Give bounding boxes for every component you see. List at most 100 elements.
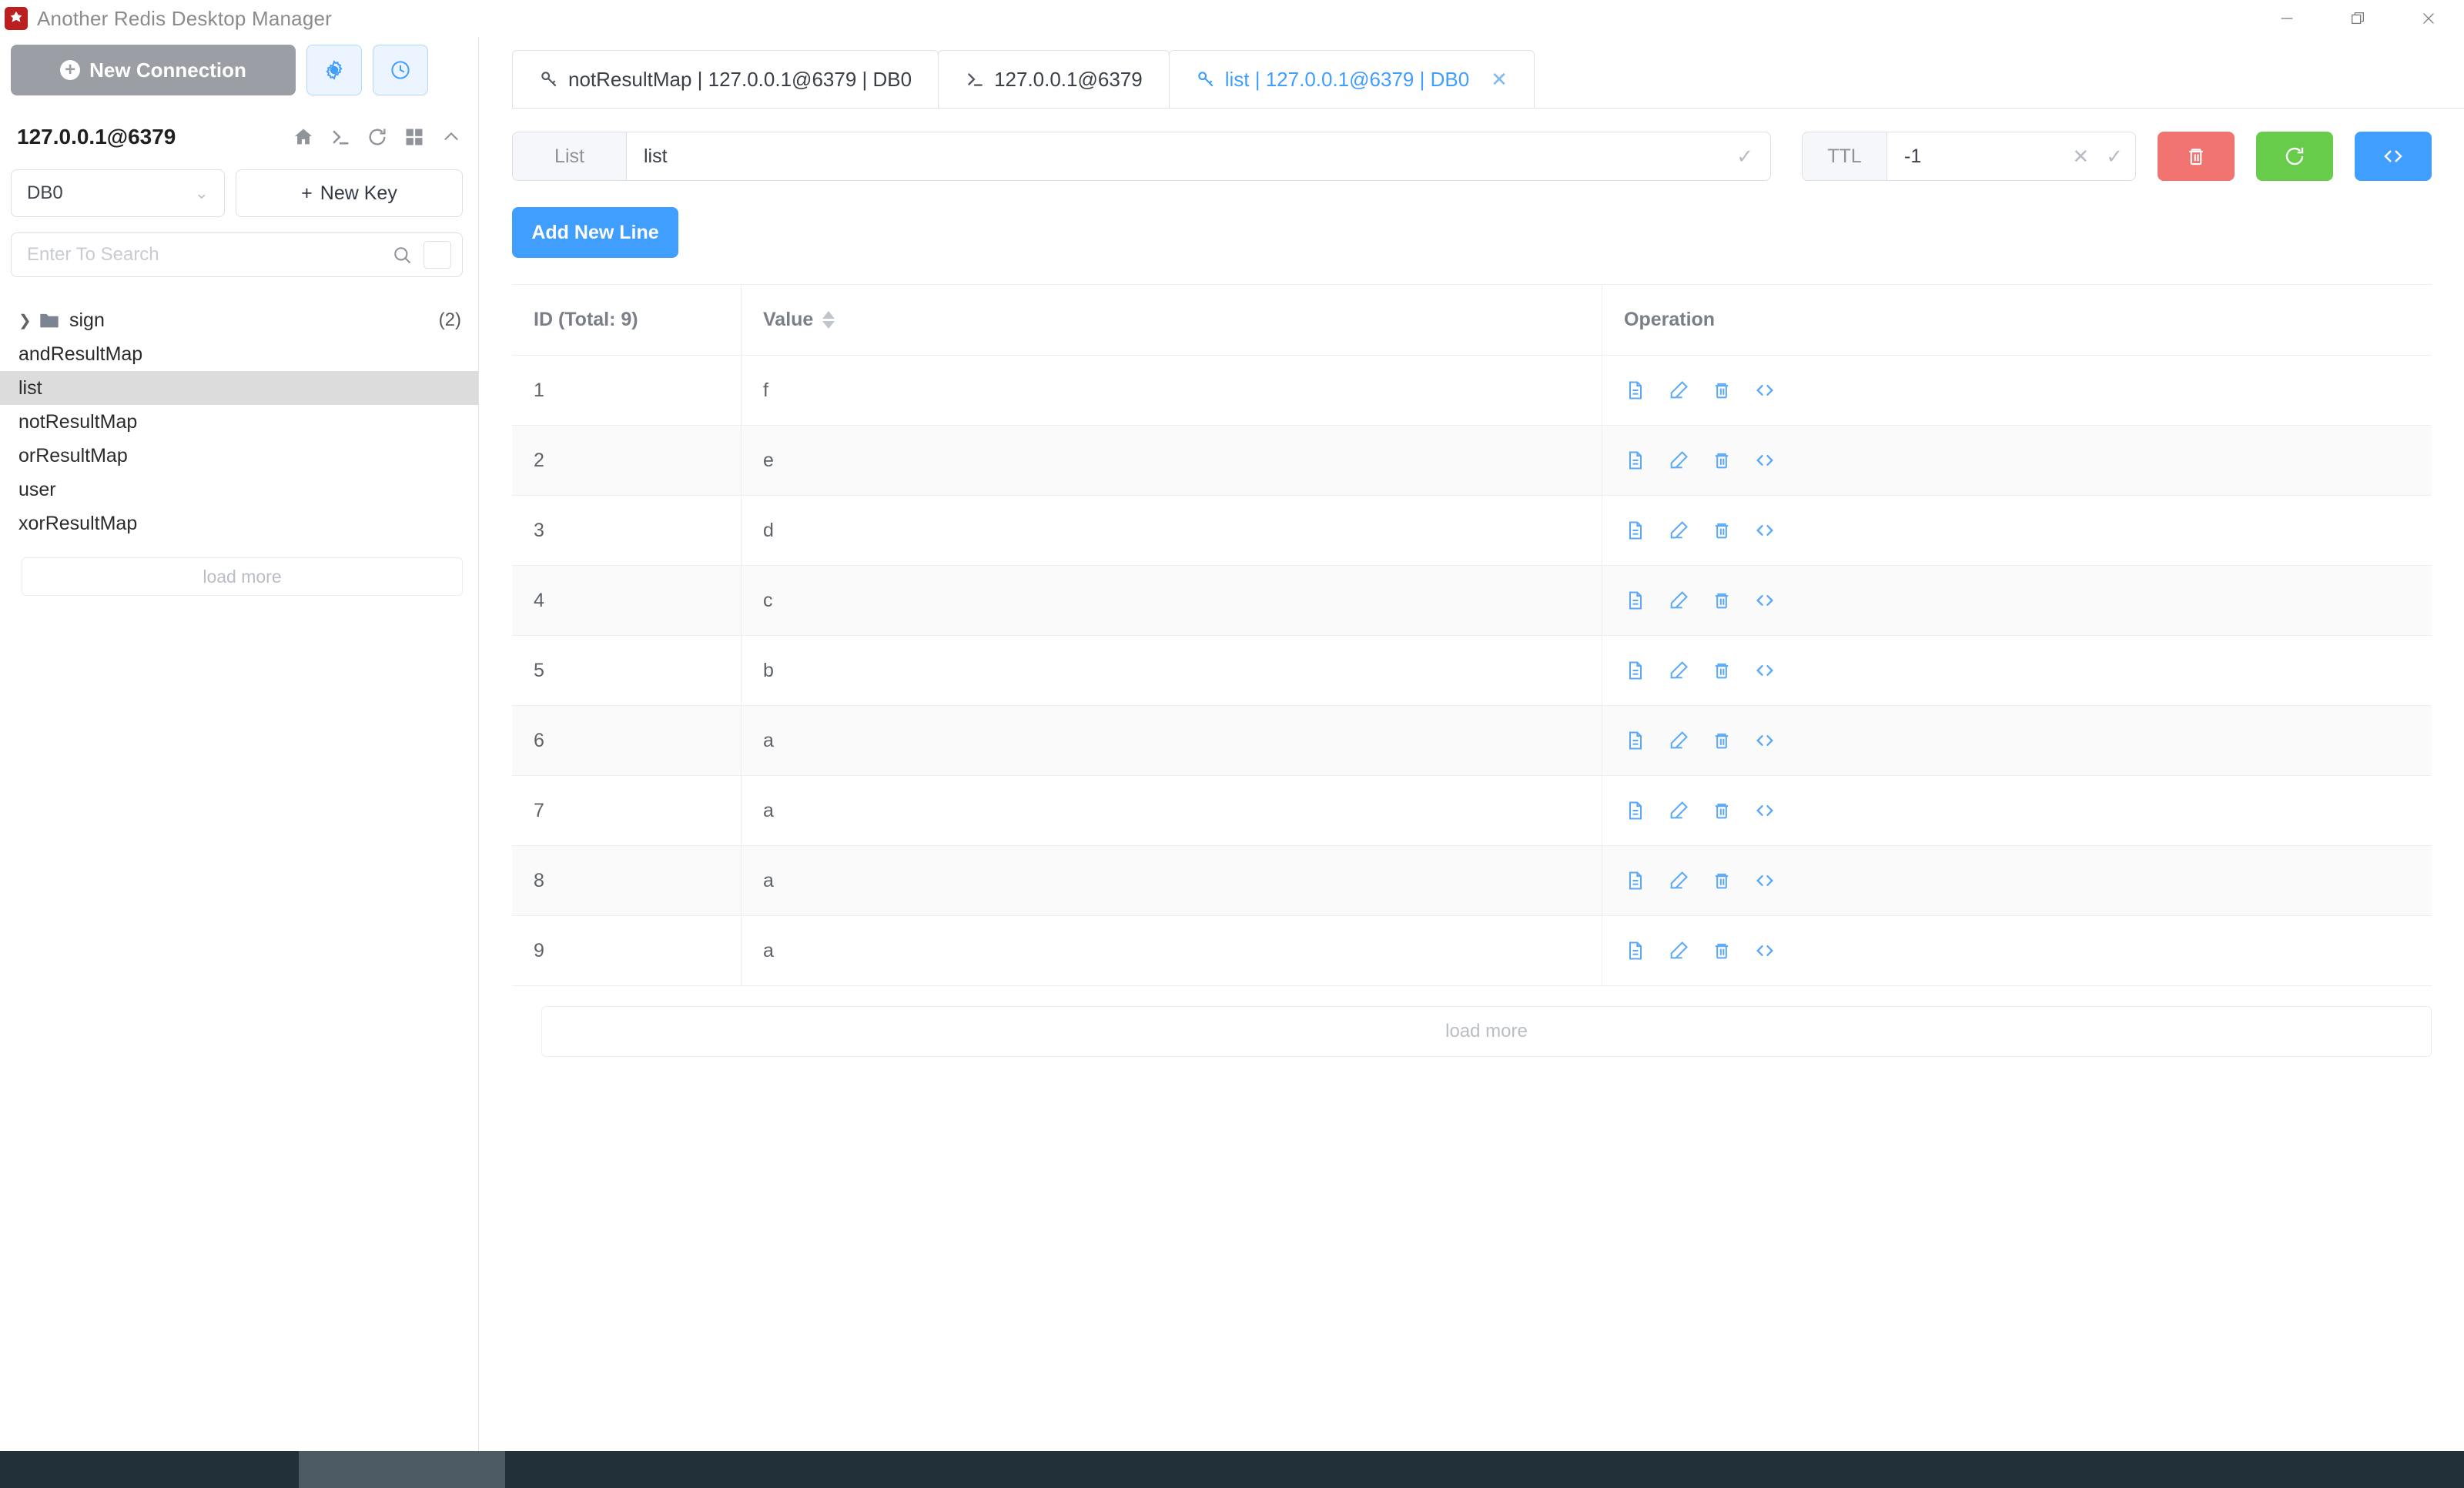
search-input[interactable] <box>27 244 391 266</box>
delete-icon[interactable] <box>1710 939 1733 962</box>
edit-icon[interactable] <box>1667 869 1690 892</box>
code-icon[interactable] <box>1753 659 1776 682</box>
maximize-icon[interactable] <box>2322 0 2393 37</box>
edit-icon[interactable] <box>1667 519 1690 542</box>
close-icon[interactable] <box>2393 0 2464 37</box>
connection-name: 127.0.0.1@6379 <box>17 125 176 149</box>
chevron-right-icon[interactable]: ❯ <box>18 311 38 330</box>
cell-value: a <box>742 916 1602 985</box>
taskbar-active-window[interactable] <box>299 1451 505 1488</box>
add-new-line-button[interactable]: Add New Line <box>512 207 678 258</box>
console-key-button[interactable] <box>2355 132 2432 181</box>
ttl-input[interactable]: -1 ✕ ✓ <box>1887 132 2135 180</box>
detail-icon[interactable] <box>1624 939 1647 962</box>
table-row[interactable]: 2e <box>512 426 2432 496</box>
sidebar-load-more-button[interactable]: load more <box>22 557 463 596</box>
table-row[interactable]: 9a <box>512 916 2432 986</box>
table-row[interactable]: 6a <box>512 706 2432 776</box>
code-icon[interactable] <box>1753 379 1776 402</box>
cell-id: 4 <box>512 566 742 635</box>
table-row[interactable]: 8a <box>512 846 2432 916</box>
delete-icon[interactable] <box>1710 379 1733 402</box>
history-button[interactable] <box>373 45 428 95</box>
code-icon[interactable] <box>1753 939 1776 962</box>
code-icon[interactable] <box>1753 589 1776 612</box>
table-row[interactable]: 3d <box>512 496 2432 566</box>
detail-icon[interactable] <box>1624 869 1647 892</box>
delete-icon[interactable] <box>1710 519 1733 542</box>
table-row[interactable]: 5b <box>512 636 2432 706</box>
new-connection-button[interactable]: + New Connection <box>11 45 296 95</box>
code-icon[interactable] <box>1753 869 1776 892</box>
edit-icon[interactable] <box>1667 449 1690 472</box>
tab-2[interactable]: list | 127.0.0.1@6379 | DB0 ✕ <box>1168 50 1535 108</box>
edit-icon[interactable] <box>1667 729 1690 752</box>
key-row[interactable]: list <box>0 371 478 405</box>
edit-icon[interactable] <box>1667 799 1690 822</box>
tab-0[interactable]: notResultMap | 127.0.0.1@6379 | DB0 <box>512 50 939 108</box>
delete-icon[interactable] <box>1710 659 1733 682</box>
detail-icon[interactable] <box>1624 379 1647 402</box>
edit-icon[interactable] <box>1667 589 1690 612</box>
code-icon[interactable] <box>1753 519 1776 542</box>
key-type-label: List <box>513 132 627 180</box>
grid-icon[interactable] <box>403 125 426 149</box>
key-row[interactable]: user <box>0 473 478 507</box>
key-count: (2) <box>438 309 461 330</box>
delete-icon[interactable] <box>1710 589 1733 612</box>
chevron-up-icon[interactable] <box>440 125 463 149</box>
key-row[interactable]: andResultMap <box>0 337 478 371</box>
key-toolbar: List list ✓ TTL -1 ✕ ✓ <box>512 132 2432 181</box>
column-header-id: ID (Total: 9) <box>512 285 742 355</box>
detail-icon[interactable] <box>1624 729 1647 752</box>
edit-icon[interactable] <box>1667 379 1690 402</box>
new-key-button[interactable]: + New Key <box>236 169 463 217</box>
terminal-icon[interactable] <box>329 125 352 149</box>
delete-key-button[interactable] <box>2158 132 2235 181</box>
db-select[interactable]: DB0 ⌄ <box>11 169 225 217</box>
key-row[interactable]: notResultMap <box>0 405 478 439</box>
home-icon[interactable] <box>292 125 315 149</box>
detail-icon[interactable] <box>1624 659 1647 682</box>
detail-icon[interactable] <box>1624 589 1647 612</box>
edit-icon[interactable] <box>1667 939 1690 962</box>
tab-1[interactable]: 127.0.0.1@6379 <box>938 50 1170 108</box>
search-box[interactable] <box>11 232 463 277</box>
key-name-input[interactable]: list ✓ <box>627 132 1770 180</box>
clear-icon[interactable]: ✕ <box>2072 145 2089 169</box>
window-controls <box>2251 0 2464 37</box>
close-icon[interactable]: ✕ <box>1491 69 1508 89</box>
code-icon[interactable] <box>1753 799 1776 822</box>
table-load-more-button[interactable]: load more <box>541 1006 2432 1057</box>
search-icon[interactable] <box>391 244 413 266</box>
delete-icon[interactable] <box>1710 799 1733 822</box>
key-folder-row[interactable]: ❯ sign (2) <box>0 303 478 337</box>
code-icon[interactable] <box>1753 449 1776 472</box>
edit-icon[interactable] <box>1667 659 1690 682</box>
key-label: sign <box>69 309 105 331</box>
settings-button[interactable] <box>306 45 362 95</box>
cell-id: 7 <box>512 776 742 845</box>
detail-icon[interactable] <box>1624 449 1647 472</box>
detail-icon[interactable] <box>1624 519 1647 542</box>
key-row[interactable]: orResultMap <box>0 439 478 473</box>
code-icon[interactable] <box>1753 729 1776 752</box>
table-row[interactable]: 7a <box>512 776 2432 846</box>
ttl-group: TTL -1 ✕ ✓ <box>1802 132 2136 181</box>
delete-icon[interactable] <box>1710 869 1733 892</box>
search-regex-checkbox[interactable] <box>424 241 451 269</box>
sort-toggle-icon[interactable] <box>822 311 835 329</box>
refresh-icon[interactable] <box>366 125 389 149</box>
key-row[interactable]: xorResultMap <box>0 507 478 540</box>
search-row <box>11 232 463 277</box>
refresh-key-button[interactable] <box>2256 132 2333 181</box>
delete-icon[interactable] <box>1710 449 1733 472</box>
table-row[interactable]: 4c <box>512 566 2432 636</box>
delete-icon[interactable] <box>1710 729 1733 752</box>
minimize-icon[interactable] <box>2251 0 2322 37</box>
check-icon[interactable]: ✓ <box>1736 145 1753 169</box>
cell-operation <box>1602 776 2432 845</box>
table-row[interactable]: 1f <box>512 356 2432 426</box>
check-icon[interactable]: ✓ <box>2106 145 2123 169</box>
detail-icon[interactable] <box>1624 799 1647 822</box>
